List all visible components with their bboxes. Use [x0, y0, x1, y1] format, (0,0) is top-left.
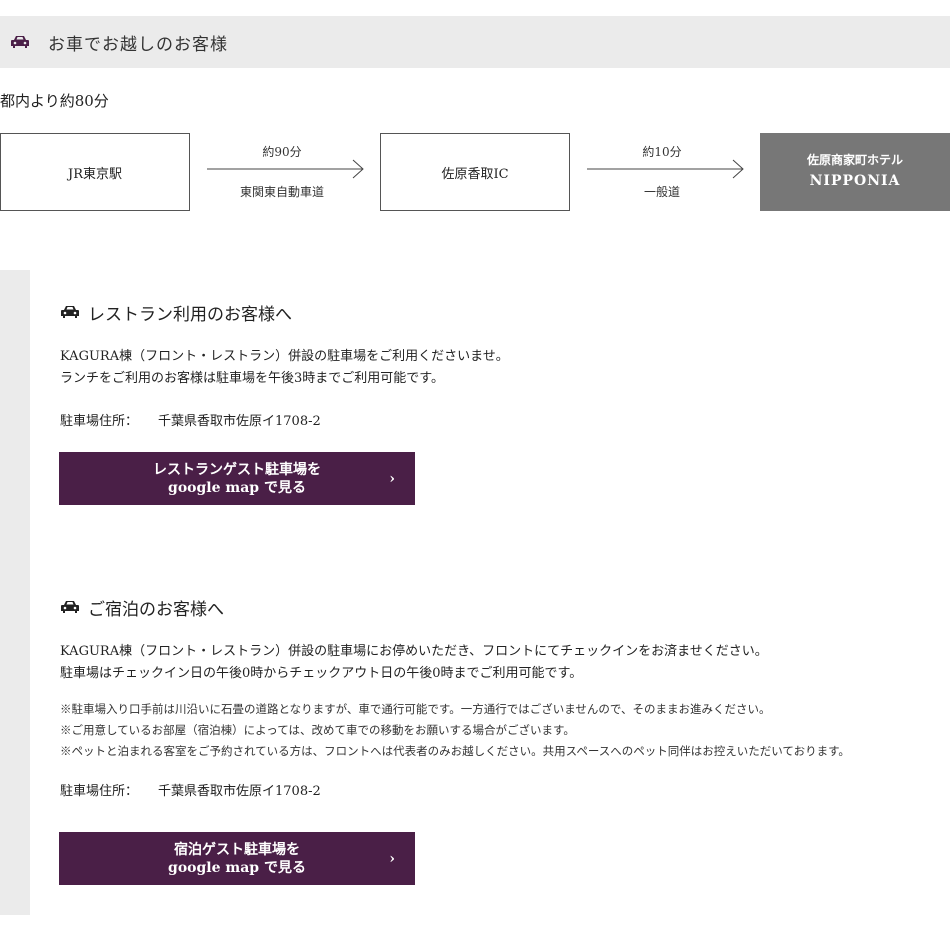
section-heading: レストラン利用のお客様へ: [60, 300, 930, 325]
info-line: 駐車場はチェックイン日の午後0時からチェックアウト日の午後0時までご利用可能です…: [60, 666, 583, 681]
leg-time: 約10分: [642, 145, 682, 159]
parking-address: 駐車場住所： 千葉県香取市佐原イ1708-2: [60, 410, 930, 429]
travel-time-note: 都内より約80分: [0, 92, 109, 110]
note-line: ※ペットと泊まれる客室をご予約されている方は、フロントへは代表者のみお越しくださ…: [60, 744, 850, 758]
address-label: 駐車場住所：: [60, 414, 139, 429]
station-tokyo: JR東京駅: [0, 133, 190, 211]
section-heading: ご宿泊のお客様へ: [60, 595, 930, 620]
lodging-section: ご宿泊のお客様へ KAGURA棟（フロント・レストラン）併設の駐車場にお停めいた…: [60, 595, 930, 800]
leg-time: 約90分: [262, 145, 302, 159]
destination-brand: NIPPONIA: [809, 173, 901, 190]
address-value: 千葉県香取市佐原イ1708-2: [158, 414, 321, 429]
panel-stripe: [0, 270, 30, 915]
heading-text: レストラン利用のお客様へ: [88, 304, 292, 325]
heading-text: ご宿泊のお客様へ: [88, 599, 224, 620]
route-diagram: JR東京駅 約90分 東関東自動車道 佐原香取IC 約10分 一般道 佐原商家町…: [0, 133, 950, 211]
station-sawara-ic: 佐原香取IC: [380, 133, 570, 211]
leg-road: 一般道: [643, 185, 680, 199]
destination-name: 佐原商家町ホテル: [806, 153, 903, 168]
chevron-right-icon: ›: [389, 471, 395, 487]
restaurant-map-button[interactable]: レストランゲスト駐車場を google map で見る ›: [59, 452, 415, 505]
arrow-right-icon: [587, 159, 744, 179]
car-icon: [60, 599, 80, 615]
info-line: KAGURA棟（フロント・レストラン）併設の駐車場にお停めいただき、フロントにて…: [60, 644, 768, 659]
leg-road: 東関東自動車道: [239, 185, 324, 199]
note-line: ※駐車場入り口手前は川沿いに石畳の道路となりますが、車で通行可能です。一方通行で…: [60, 702, 771, 716]
lodging-map-button[interactable]: 宿泊ゲスト駐車場を google map で見る ›: [59, 832, 415, 885]
arrow-right-icon: [207, 159, 364, 179]
car-icon: [10, 34, 30, 50]
car-icon: [60, 304, 80, 320]
restaurant-section: レストラン利用のお客様へ KAGURA棟（フロント・レストラン）併設の駐車場をご…: [60, 300, 930, 430]
route-leg-2: 約10分 一般道: [587, 133, 747, 211]
button-label-line2: google map で見る: [168, 479, 306, 496]
chevron-right-icon: ›: [389, 851, 395, 867]
address-label: 駐車場住所：: [60, 784, 139, 799]
address-value: 千葉県香取市佐原イ1708-2: [158, 784, 321, 799]
note-line: ※ご用意しているお部屋（宿泊棟）によっては、改めて車での移動をお願いする場合がご…: [60, 723, 575, 737]
route-leg-1: 約90分 東関東自動車道: [207, 133, 367, 211]
button-label-line2: google map で見る: [168, 859, 306, 876]
parking-address: 駐車場住所： 千葉県香取市佐原イ1708-2: [60, 780, 930, 799]
button-label-line1: レストランゲスト駐車場を: [153, 461, 321, 478]
info-line: KAGURA棟（フロント・レストラン）併設の駐車場をご利用くださいませ。: [60, 349, 509, 364]
button-label-line1: 宿泊ゲスト駐車場を: [174, 841, 300, 858]
section-header: お車でお越しのお客様: [0, 16, 950, 68]
destination-hotel: 佐原商家町ホテル NIPPONIA: [760, 133, 950, 211]
info-line: ランチをご利用のお客様は駐車場を午後3時までご利用可能です。: [60, 371, 444, 386]
page-title: お車でお越しのお客様: [48, 34, 228, 55]
